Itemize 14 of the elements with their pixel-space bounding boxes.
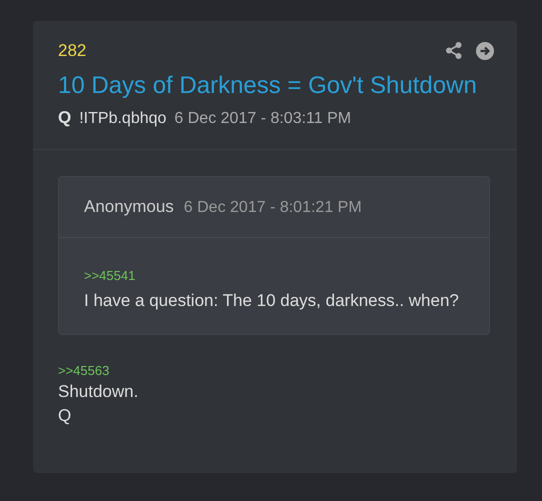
post-number: 282: [58, 40, 86, 62]
post-text: Shutdown.: [58, 381, 140, 403]
author-name: Anonymous: [84, 196, 174, 218]
share-icon[interactable]: [446, 42, 462, 60]
reply-link[interactable]: >>45563: [58, 360, 492, 380]
post-time: 6 Dec 2017 - 8:03:11 PM: [174, 108, 352, 128]
arrow-right-icon[interactable]: [476, 42, 494, 60]
author-name: Q: [58, 106, 72, 128]
post-text: Q: [58, 405, 72, 427]
post-title[interactable]: 10 Days of Darkness = Gov't Shutdown: [58, 70, 492, 102]
post-time: 6 Dec 2017 - 8:01:21 PM: [184, 198, 362, 218]
post-text: I have a question: The 10 days, darkness.. when?: [84, 290, 460, 312]
tripcode: !ITPb.qbhqo: [79, 108, 166, 128]
reply-link[interactable]: >>45541: [84, 266, 464, 285]
